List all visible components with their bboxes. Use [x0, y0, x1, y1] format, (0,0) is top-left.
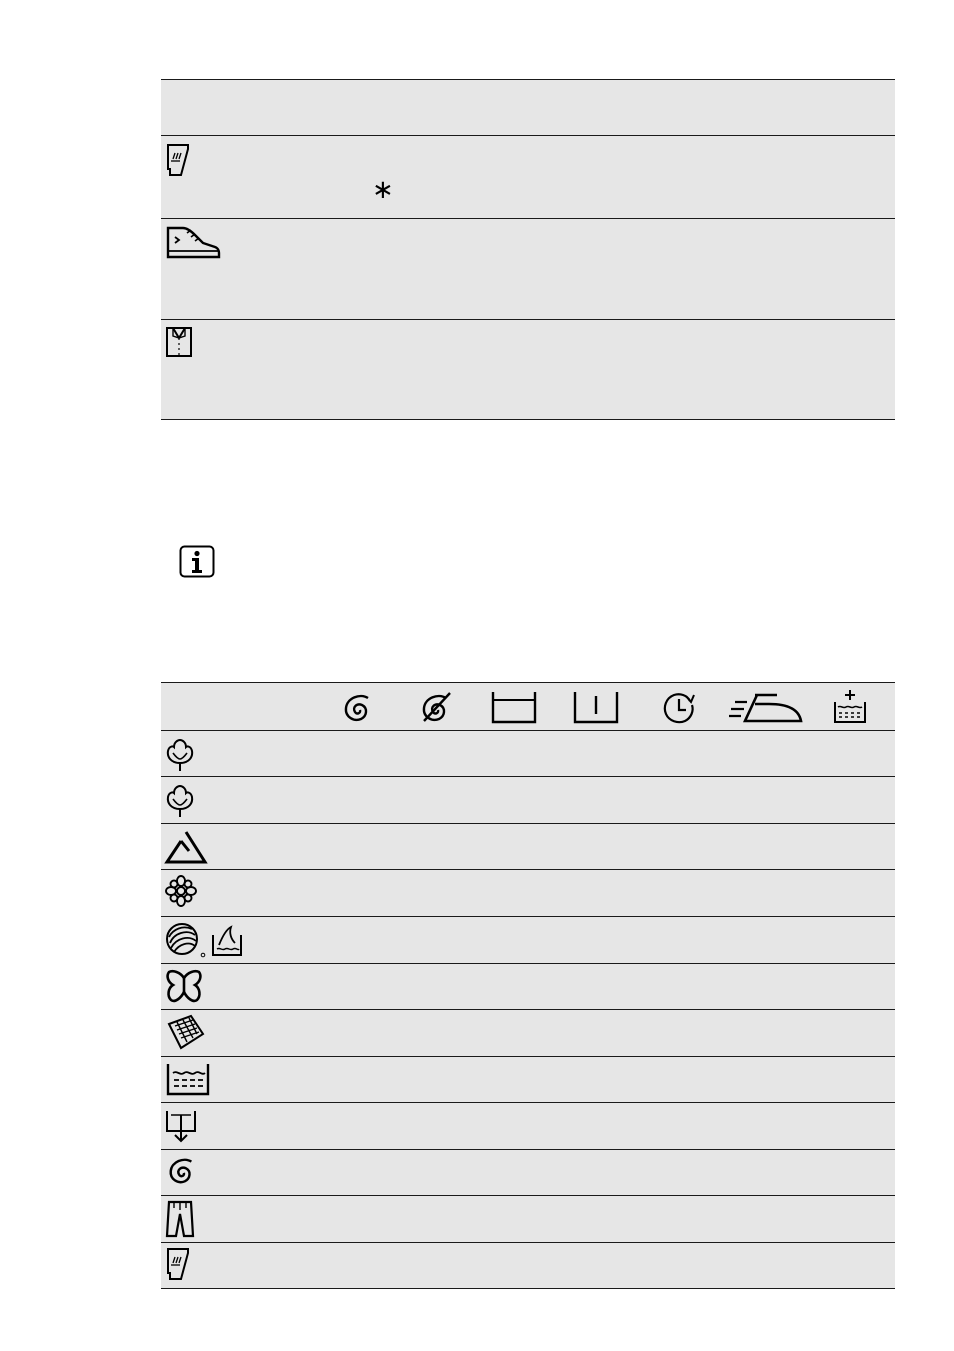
table-row — [161, 1195, 895, 1242]
table-row — [161, 1102, 895, 1149]
shirt-icon — [165, 326, 193, 358]
spin-icon — [342, 692, 374, 724]
night-cycle-icon — [573, 690, 619, 724]
table-row — [161, 1242, 895, 1288]
wool-silk-icon — [165, 921, 243, 959]
rinse-hold-icon — [491, 690, 537, 724]
time-manager-icon — [660, 691, 698, 725]
easy-iron-icon — [727, 692, 805, 724]
table-header-row — [161, 79, 895, 136]
option-compatibility-table — [161, 682, 895, 1290]
spin-icon — [167, 1155, 197, 1187]
delicates-icon — [165, 875, 197, 909]
asterisk-symbol: ∗ — [372, 174, 394, 204]
table-row — [161, 776, 895, 823]
rinse-icon — [165, 1061, 211, 1097]
cotton-eco-icon — [165, 783, 195, 819]
info-icon — [179, 545, 215, 578]
denim-icon — [165, 1247, 191, 1281]
table-row — [161, 218, 895, 319]
jeans-icon — [165, 1200, 195, 1238]
extra-rinse-icon — [832, 688, 868, 724]
table-row — [161, 730, 895, 776]
programme-table: ∗ — [161, 79, 895, 421]
cotton-icon — [165, 737, 195, 773]
jeans-pocket-icon — [165, 143, 191, 177]
table-row — [161, 1149, 895, 1195]
table-row — [161, 916, 895, 963]
table-row — [161, 869, 895, 916]
sneaker-icon — [165, 225, 221, 259]
table-row — [161, 963, 895, 1009]
drain-icon — [165, 1107, 197, 1143]
table-row — [161, 319, 895, 420]
synthetics-icon — [164, 829, 208, 865]
outdoor-icon — [165, 1014, 207, 1050]
duvet-icon — [165, 968, 203, 1004]
no-spin-icon — [419, 690, 453, 724]
table-row — [161, 136, 895, 218]
table-row — [161, 823, 895, 869]
table-row — [161, 1009, 895, 1056]
table-row — [161, 1056, 895, 1102]
